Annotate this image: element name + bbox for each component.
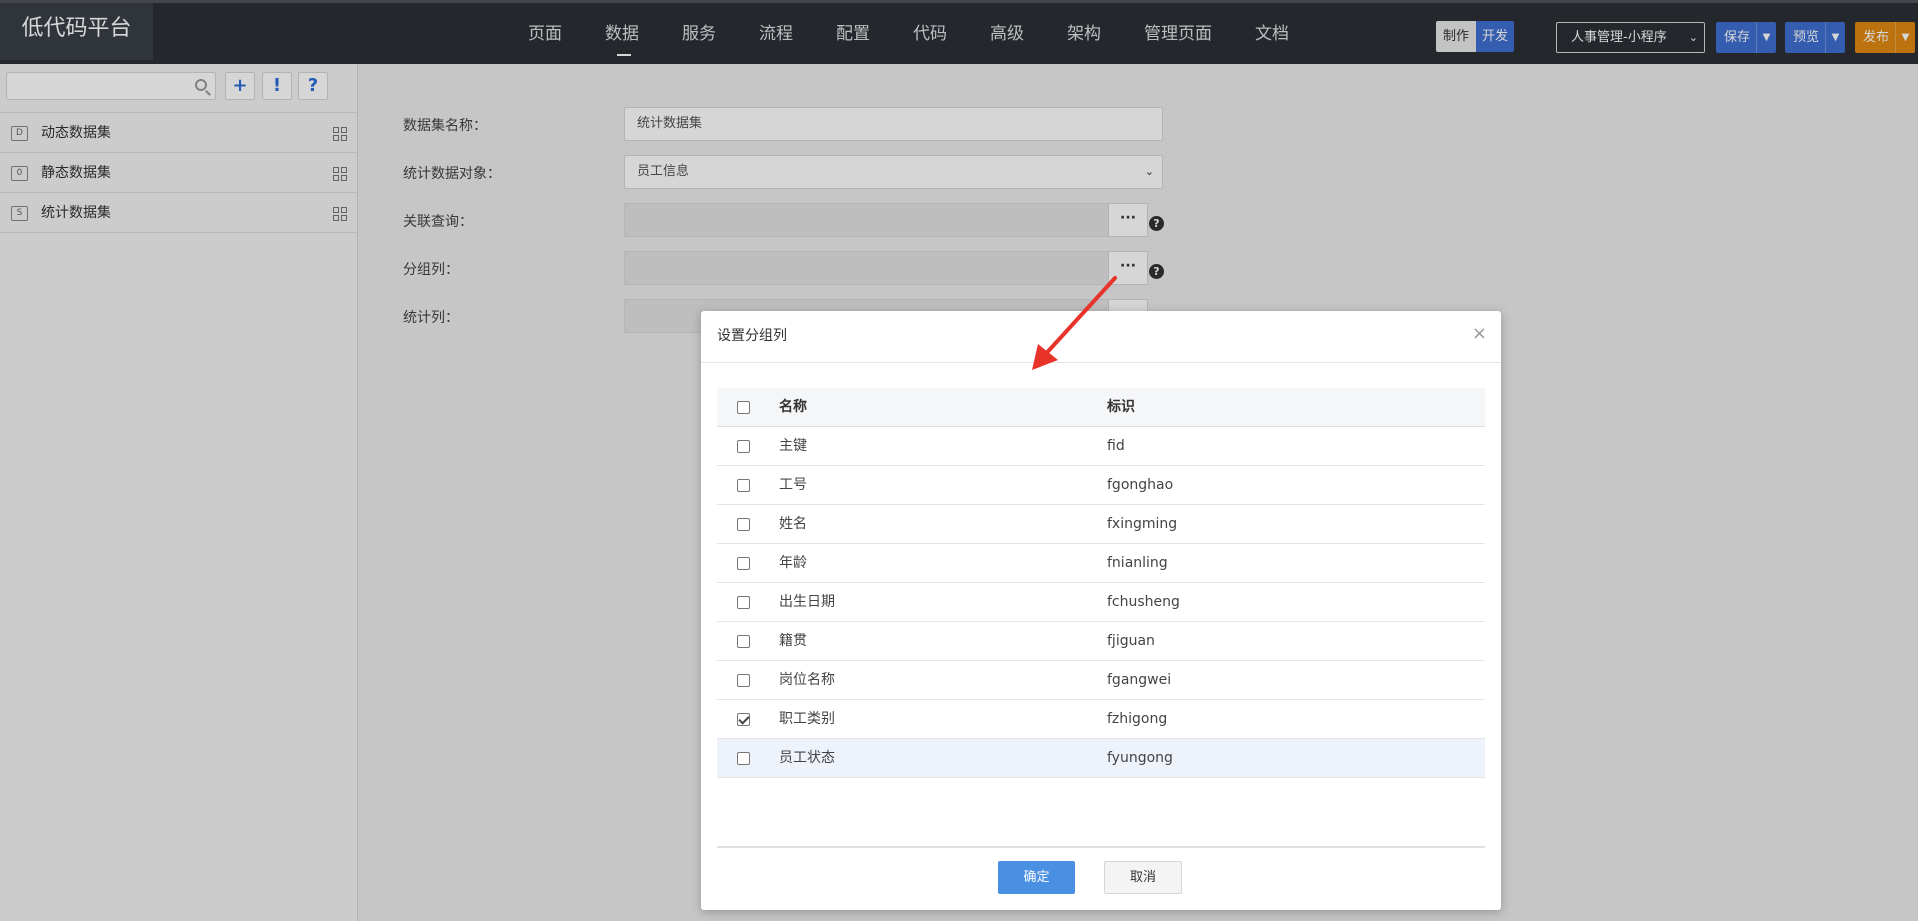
table-row[interactable]: 工号 fgonghao: [717, 466, 1485, 505]
row-id: fchusheng: [1107, 594, 1180, 610]
cancel-button[interactable]: 取消: [1104, 861, 1182, 894]
row-name: 年龄: [779, 555, 807, 571]
row-id: fxingming: [1107, 516, 1178, 532]
column-header-id: 标识: [1107, 399, 1135, 415]
row-checkbox[interactable]: [737, 635, 750, 648]
table-row[interactable]: 职工类别 fzhigong: [717, 700, 1485, 739]
table-row[interactable]: 出生日期 fchusheng: [717, 583, 1485, 622]
row-id: fgonghao: [1107, 477, 1174, 493]
table-row[interactable]: 籍贯 fjiguan: [717, 622, 1485, 661]
table-row[interactable]: 主键 fid: [717, 427, 1485, 466]
columns-table: 名称 标识 主键 fid 工号 fgonghao 姓名 fxingming 年龄…: [717, 388, 1485, 778]
row-id: fid: [1107, 438, 1125, 454]
row-checkbox-checked[interactable]: [737, 713, 750, 726]
row-id: fyungong: [1107, 750, 1173, 766]
row-name: 职工类别: [779, 711, 835, 727]
annotation-arrow-icon: [1032, 276, 1117, 370]
dialog-title: 设置分组列: [717, 328, 787, 344]
row-name: 主键: [779, 438, 807, 454]
table-row[interactable]: 员工状态 fyungong: [717, 739, 1485, 778]
dialog-footer-divider: [717, 846, 1485, 848]
table-row[interactable]: 姓名 fxingming: [717, 505, 1485, 544]
row-name: 岗位名称: [779, 672, 835, 688]
row-id: fzhigong: [1107, 711, 1168, 727]
row-checkbox[interactable]: [737, 752, 750, 765]
row-id: fnianling: [1107, 555, 1168, 571]
row-name: 出生日期: [779, 594, 835, 610]
column-header-name: 名称: [779, 399, 807, 415]
row-checkbox[interactable]: [737, 479, 750, 492]
table-header-row: 名称 标识: [717, 388, 1485, 427]
table-row[interactable]: 岗位名称 fgangwei: [717, 661, 1485, 700]
table-row[interactable]: 年龄 fnianling: [717, 544, 1485, 583]
confirm-button[interactable]: 确定: [998, 861, 1075, 894]
close-icon[interactable]: ×: [1472, 324, 1487, 344]
row-checkbox[interactable]: [737, 674, 750, 687]
row-checkbox[interactable]: [737, 518, 750, 531]
row-name: 籍贯: [779, 633, 807, 649]
group-cols-dialog: 设置分组列 × 名称 标识 主键 fid 工号 fgonghao 姓名 fxin…: [701, 311, 1501, 910]
row-name: 姓名: [779, 516, 807, 532]
row-checkbox[interactable]: [737, 440, 750, 453]
select-all-checkbox[interactable]: [737, 401, 750, 414]
row-id: fgangwei: [1107, 672, 1172, 688]
row-checkbox[interactable]: [737, 596, 750, 609]
row-name: 员工状态: [779, 750, 835, 766]
row-checkbox[interactable]: [737, 557, 750, 570]
row-id: fjiguan: [1107, 633, 1155, 649]
row-name: 工号: [779, 477, 807, 493]
